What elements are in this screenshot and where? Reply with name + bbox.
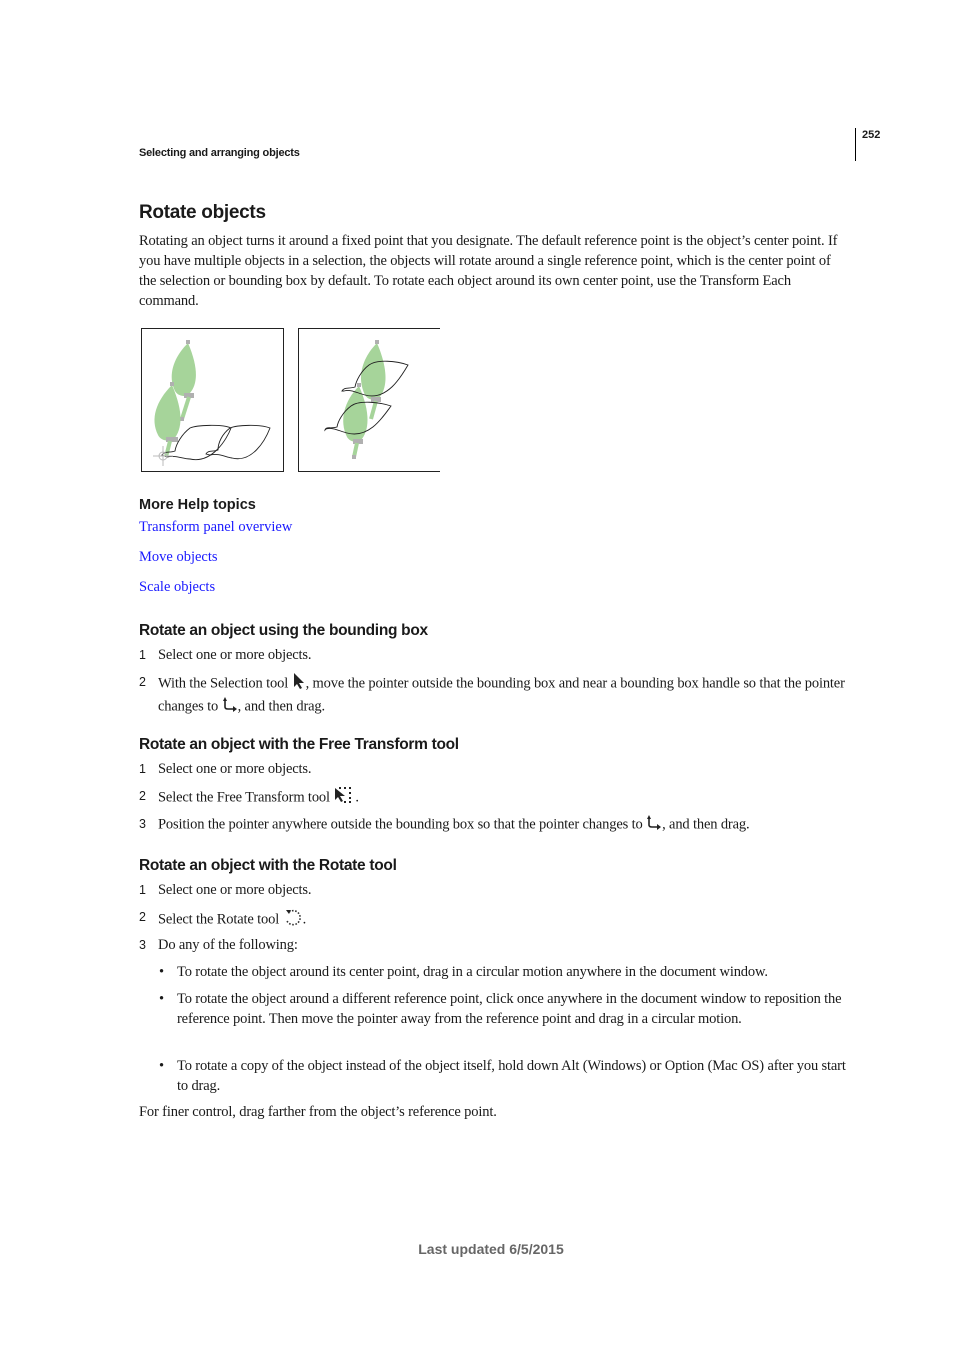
intro-paragraph: Rotating an object turns it around a fix… xyxy=(139,233,838,309)
step-number: 2 xyxy=(139,675,146,689)
figure-transform-each-illustration xyxy=(324,340,409,459)
figure-rotate-group-illustration xyxy=(153,340,271,466)
step-number: 3 xyxy=(139,817,146,831)
step: 1 Select one or more objects. xyxy=(139,645,851,665)
link-scale-objects[interactable]: Scale objects xyxy=(139,579,215,596)
bullet-text: To rotate the object around its center p… xyxy=(177,964,768,980)
running-head: Selecting and arranging objects xyxy=(139,147,300,159)
rotate-cursor-icon xyxy=(646,814,662,836)
bullet-symbol: • xyxy=(159,1058,164,1074)
subsection-title-rotate-tool: Rotate an object with the Rotate tool xyxy=(139,857,397,874)
last-updated-footer: Last updated 6/5/2015 xyxy=(418,1241,564,1257)
step-text-before: Select the Rotate tool xyxy=(158,911,280,928)
step-number: 1 xyxy=(139,762,146,776)
step-number: 1 xyxy=(139,648,146,662)
bullet-symbol: • xyxy=(159,991,164,1007)
free-transform-tool-icon xyxy=(333,786,355,810)
step: 3 Do any of the following: xyxy=(139,935,851,955)
bullet-item: • To rotate the object around its center… xyxy=(159,962,851,982)
header-divider xyxy=(855,128,856,161)
step: 2 Select the Rotate tool . xyxy=(139,907,851,933)
step-text-after: , and then drag. xyxy=(662,816,750,833)
step-text: Position the pointer anywhere outside th… xyxy=(158,814,851,836)
bullet-text: To rotate the object around a different … xyxy=(177,991,842,1027)
step-text: Select one or more objects. xyxy=(158,647,312,663)
step-text: Select the Rotate tool . xyxy=(158,907,851,933)
step: 2 With the Selection tool , move the poi… xyxy=(139,672,851,718)
closing-paragraph: For finer control, drag farther from the… xyxy=(139,1104,497,1120)
step-text: Do any of the following: xyxy=(158,937,298,953)
step-text-after: . xyxy=(302,911,307,928)
step: 1 Select one or more objects. xyxy=(139,880,851,900)
bullet-text: To rotate a copy of the object instead o… xyxy=(177,1058,846,1094)
bullet-symbol: • xyxy=(159,964,164,980)
section-title: Rotate objects xyxy=(139,202,266,223)
step-text-after: . xyxy=(355,789,359,806)
step-number: 3 xyxy=(139,938,146,952)
link-transform-panel-overview[interactable]: Transform panel overview xyxy=(139,519,292,536)
link-move-objects[interactable]: Move objects xyxy=(139,549,218,566)
step-text-end: , and then drag. xyxy=(237,698,326,715)
subsection-title-free-transform: Rotate an object with the Free Transform… xyxy=(139,736,459,753)
step-text: Select one or more objects. xyxy=(158,761,312,777)
step-number: 2 xyxy=(139,789,146,803)
step-text: Select the Free Transform tool . xyxy=(158,786,851,810)
step: 2 Select the Free Transform tool . xyxy=(139,786,851,810)
step-number: 1 xyxy=(139,883,146,897)
step-text: With the Selection tool , move the point… xyxy=(158,672,851,718)
bullet-item: • To rotate a copy of the object instead… xyxy=(159,1056,851,1096)
rotate-cursor-icon xyxy=(222,696,238,718)
figure-transform-each xyxy=(298,328,440,472)
step-text-before: Select the Free Transform tool xyxy=(158,789,330,806)
step-number: 2 xyxy=(139,910,146,924)
figure-rotate-group xyxy=(141,328,284,472)
step-text: Select one or more objects. xyxy=(158,882,312,898)
step-text-before: Position the pointer anywhere outside th… xyxy=(158,816,643,833)
bullet-item: • To rotate the object around a differen… xyxy=(159,989,851,1029)
step-text-before: With the Selection tool xyxy=(158,675,289,692)
step: 1 Select one or more objects. xyxy=(139,759,851,779)
step: 3 Position the pointer anywhere outside … xyxy=(139,814,851,836)
page-number: 252 xyxy=(862,129,881,141)
rotate-tool-icon xyxy=(283,907,303,933)
more-help-title: More Help topics xyxy=(139,497,256,513)
subsection-title-bounding-box: Rotate an object using the bounding box xyxy=(139,622,428,639)
selection-tool-icon xyxy=(292,672,306,696)
